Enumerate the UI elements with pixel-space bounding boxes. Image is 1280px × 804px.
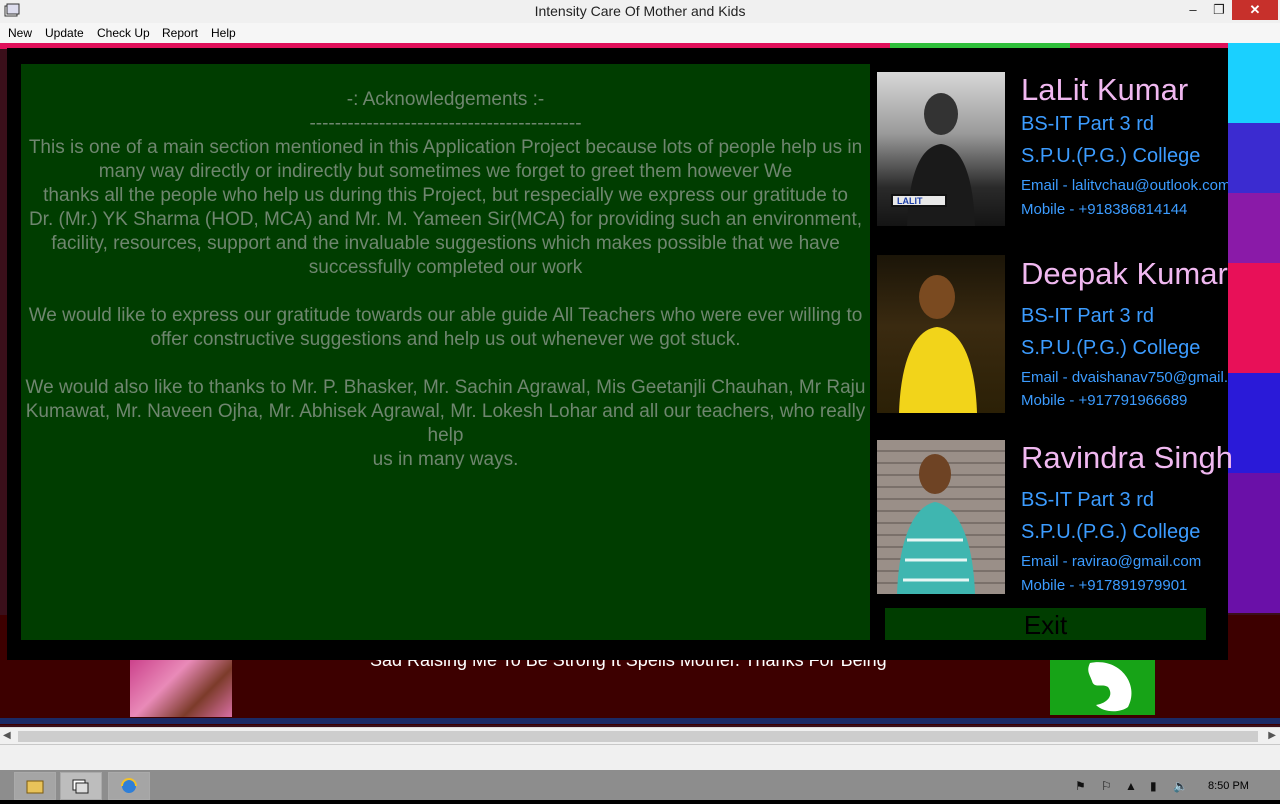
ack-paragraph-line: Kumawat, Mr. Naveen Ojha, Mr. Abhisek Ag… [25,401,866,446]
close-button[interactable]: ✕ [1232,0,1278,20]
person-name: Ravindra Singh [1021,440,1233,475]
folder-icon [26,780,44,794]
network-warning-icon[interactable]: ⚑ [1075,779,1089,793]
ack-paragraph-line: This is one of a main section mentioned … [28,137,863,158]
photo-logo-text: LALIT [897,196,923,206]
maximize-button[interactable]: ❐ [1206,0,1232,20]
menu-bar: New Update Check Up Report Help [0,23,1280,43]
background-stripe [1228,193,1280,263]
person-email: Email - ravirao@gmail.com [1021,553,1202,570]
app-window-icon [72,779,89,794]
ack-paragraph-line: thanks all the people who help us during… [43,185,848,206]
ack-rule: ----------------------------------------… [309,113,582,134]
lalit-photo: LALIT [877,72,1005,226]
menu-help[interactable]: Help [211,26,236,40]
scroll-left-arrow-icon[interactable]: ◀ [3,730,11,741]
mother-logo-image [1050,655,1155,715]
ack-paragraph-line: Dr. (Mr.) YK Sharma (HOD, MCA) and Mr. M… [28,209,863,230]
background-stripe [1228,373,1280,473]
menu-check-up[interactable]: Check Up [97,26,150,40]
ack-paragraph-line: We would also like to thanks to Mr. P. B… [25,377,866,398]
acknowledgement-panel: -: Acknowledgements :- -----------------… [21,64,870,640]
person-mobile: Mobile - +917791966689 [1021,392,1188,409]
file-explorer-taskbar-button[interactable] [14,772,56,800]
person-course: BS-IT Part 3 rd [1021,113,1155,135]
ack-paragraph-line: successfully completed our work [308,257,583,278]
wifi-icon[interactable]: ▲ [1125,779,1139,793]
browser-taskbar-button[interactable] [108,772,150,800]
ack-paragraph-line: facility, resources, support and the inv… [51,233,840,254]
minimize-button[interactable]: – [1180,0,1206,20]
person-silhouette-icon [899,275,977,413]
horizontal-scrollbar[interactable]: ◀ ▶ [0,727,1280,745]
person-name: Deepak Kumar [1021,256,1228,291]
ack-paragraph-line: We would like to express our gratitude t… [28,305,863,326]
exit-button[interactable]: Exit [885,608,1206,640]
person-mobile: Mobile - +917891979901 [1021,577,1188,594]
mother-silhouette-icon [1088,662,1132,712]
status-bar [0,744,1280,771]
window-title: Intensity Care Of Mother and Kids [534,3,746,19]
ack-paragraph-line: many way directly or indirectly but some… [98,161,793,182]
mother-child-image [130,655,232,717]
background-stripe [1228,263,1280,373]
deepak-photo [877,255,1005,413]
person-mobile: Mobile - +918386814144 [1021,201,1188,218]
person-course: BS-IT Part 3 rd [1021,489,1155,511]
bottom-divider [0,718,1280,724]
ack-heading: -: Acknowledgements :- [346,89,545,110]
ack-paragraph-line: us in many ways. [372,449,519,470]
scroll-right-arrow-icon[interactable]: ▶ [1268,730,1276,741]
person-silhouette-icon: LALIT [891,93,975,226]
menu-report[interactable]: Report [162,26,198,40]
person-email: Email - dvaishanav750@gmail.com [1021,369,1228,386]
battery-icon[interactable]: ▮ [1150,779,1164,793]
volume-icon[interactable]: 🔈 [1173,779,1188,793]
scrollbar-thumb[interactable] [18,731,1258,742]
menu-new[interactable]: New [8,26,32,40]
background-stripe [1228,43,1280,123]
person-silhouette-icon [897,454,975,594]
person-email: Email - lalitvchau@outlook.com [1021,177,1228,194]
background-stripe [1228,473,1280,613]
person-college: S.P.U.(P.G.) College [1021,145,1201,167]
person-course: BS-IT Part 3 rd [1021,305,1155,327]
taskbar-clock[interactable]: 8:50 PM [1208,780,1249,792]
ravindra-photo [877,440,1005,594]
background-stripe [1228,123,1280,193]
app-taskbar-button[interactable] [60,772,102,800]
ack-paragraph-line: offer constructive suggestions and help … [150,329,741,350]
flag-icon[interactable]: ⚐ [1101,779,1115,793]
menu-update[interactable]: Update [45,26,84,40]
person-college: S.P.U.(P.G.) College [1021,337,1201,359]
person-college: S.P.U.(P.G.) College [1021,521,1201,543]
person-name: LaLit Kumar [1021,72,1189,107]
title-bar: Intensity Care Of Mother and Kids – ❐ ✕ [0,0,1280,24]
browser-icon [121,778,137,793]
